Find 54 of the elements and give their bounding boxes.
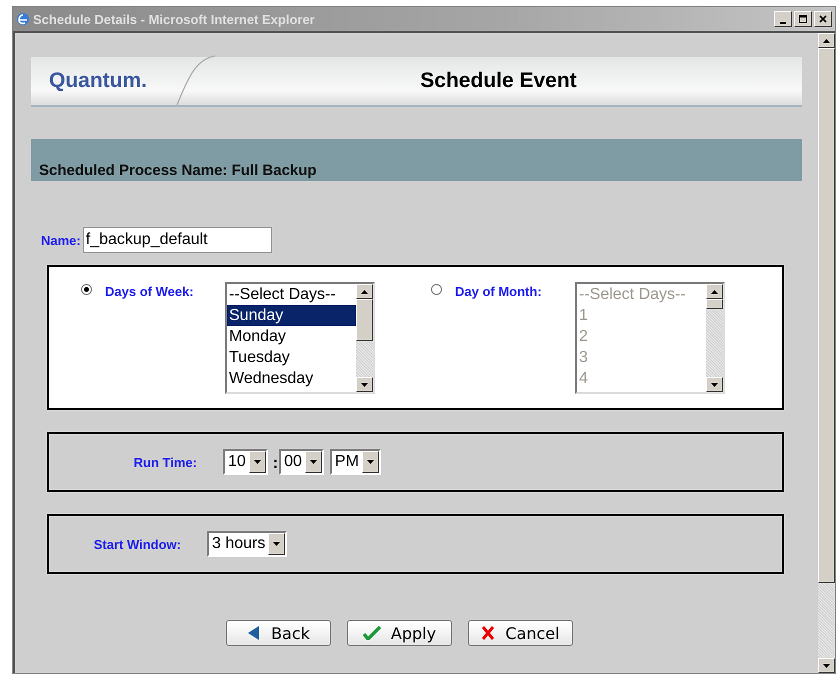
down-arrow-icon xyxy=(823,664,830,668)
down-arrow-icon xyxy=(254,460,261,464)
vertical-scrollbar[interactable] xyxy=(818,33,835,673)
minimize-button[interactable] xyxy=(774,11,792,27)
back-button[interactable]: Back xyxy=(226,620,331,646)
up-arrow-icon xyxy=(711,290,718,294)
swoosh-icon xyxy=(175,55,215,105)
down-arrow-icon xyxy=(310,460,317,464)
day-option-label: Days of Week: xyxy=(105,283,195,299)
page-title: Schedule Event xyxy=(419,69,578,93)
back-arrow-icon xyxy=(247,626,262,640)
list-option[interactable]: Monday xyxy=(227,326,356,347)
scroll-down-button[interactable] xyxy=(356,377,373,392)
cancel-button[interactable]: Cancel xyxy=(468,620,573,646)
day-option-label: Day of Month: xyxy=(455,283,543,299)
time-separator: : xyxy=(272,454,278,473)
window-title: Schedule Details - Microsoft Internet Explorer xyxy=(33,12,316,26)
down-arrow-icon xyxy=(273,542,280,546)
scroll-down-button[interactable] xyxy=(818,658,835,673)
radio-button[interactable] xyxy=(81,284,92,295)
apply-button[interactable]: Apply xyxy=(347,620,452,646)
name-label: Name: xyxy=(41,232,81,248)
up-arrow-icon xyxy=(823,38,830,42)
list-option[interactable]: Wednesday xyxy=(227,368,356,389)
hour-dropdown[interactable]: 10 xyxy=(223,449,268,475)
day-listbox[interactable]: --Select Days-- Sunday Monday Tuesday Wednesday xyxy=(225,282,375,394)
browser-icon xyxy=(16,12,30,26)
period-dropdown[interactable]: PM xyxy=(330,449,381,475)
list-option[interactable]: --Select Days-- xyxy=(227,284,356,305)
up-arrow-icon xyxy=(361,290,368,294)
start-window-dropdown[interactable]: 3 hours xyxy=(207,531,288,557)
radio-button[interactable] xyxy=(431,284,442,295)
minimize-icon xyxy=(780,22,786,24)
cross-icon xyxy=(481,626,496,640)
scroll-thumb[interactable] xyxy=(818,48,835,583)
list-option[interactable]: Tuesday xyxy=(227,347,356,368)
scroll-up-button[interactable] xyxy=(818,33,835,48)
checkmark-icon xyxy=(362,626,381,640)
start-window-label: Start Window: xyxy=(92,536,181,552)
close-button[interactable] xyxy=(814,11,832,27)
close-icon xyxy=(818,14,828,24)
list-option[interactable]: Sunday xyxy=(227,305,356,326)
maximize-icon xyxy=(798,14,808,24)
scroll-thumb[interactable] xyxy=(356,299,373,341)
maximize-button[interactable] xyxy=(794,11,812,27)
process-name: Scheduled Process Name: Full Backup xyxy=(39,162,317,179)
down-arrow-icon xyxy=(361,382,368,386)
run-time-label: Run Time: xyxy=(132,454,197,470)
logo: Quantum. xyxy=(48,69,148,93)
scroll-up-button[interactable] xyxy=(356,284,373,299)
down-arrow-icon xyxy=(711,382,718,386)
down-arrow-icon xyxy=(366,460,374,464)
minute-dropdown[interactable]: 00 xyxy=(279,449,324,475)
name-field[interactable]: f_backup_default xyxy=(82,227,272,253)
